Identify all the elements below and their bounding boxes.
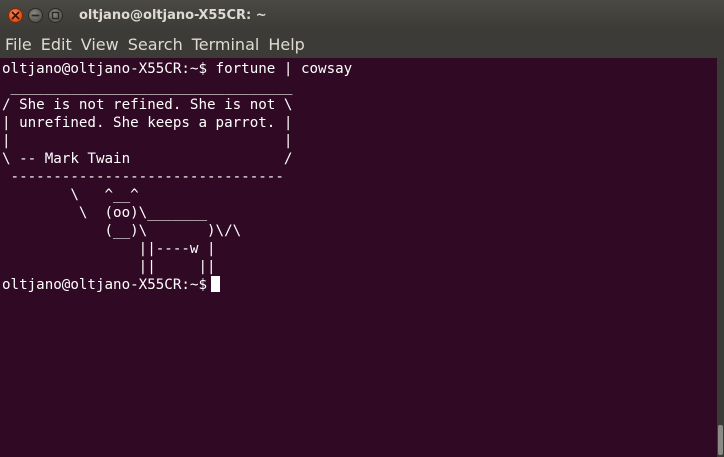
menu-file[interactable]: File	[5, 35, 32, 54]
terminal-window: oltjano@oltjano-X55CR: ~ File Edit View …	[0, 0, 724, 457]
terminal-line: | |	[2, 133, 293, 149]
terminal-line: / She is not refined. She is not \	[2, 97, 293, 113]
minimize-icon	[31, 14, 40, 16]
close-button[interactable]	[8, 7, 23, 23]
menu-terminal[interactable]: Terminal	[192, 35, 260, 54]
title-bar[interactable]: oltjano@oltjano-X55CR: ~	[0, 0, 724, 30]
menu-view[interactable]: View	[81, 35, 119, 54]
terminal-line: | unrefined. She keeps a parrot. |	[2, 115, 293, 131]
window-title: oltjano@oltjano-X55CR: ~	[79, 7, 267, 23]
menu-help[interactable]: Help	[268, 35, 304, 54]
terminal-line: ||----w |	[2, 241, 216, 257]
terminal-line: oltjano@oltjano-X55CR:~$ fortune | cowsa…	[2, 61, 353, 77]
terminal-output[interactable]: oltjano@oltjano-X55CR:~$ fortune | cowsa…	[0, 58, 717, 457]
terminal-line: \ -- Mark Twain /	[2, 151, 293, 167]
menu-edit[interactable]: Edit	[41, 35, 72, 54]
terminal-line: --------------------------------	[2, 169, 284, 185]
maximize-button[interactable]	[48, 7, 63, 23]
terminal-line: \ (oo)\_______	[2, 205, 207, 221]
terminal-line: || ||	[2, 259, 216, 275]
terminal-line: _________________________________	[2, 79, 293, 95]
text-cursor	[211, 276, 220, 292]
maximize-icon	[51, 11, 60, 19]
shell-prompt: oltjano@oltjano-X55CR:~$	[2, 277, 207, 293]
terminal-line: (__)\ )\/\	[2, 223, 242, 239]
terminal-line: \ ^__^	[2, 187, 139, 203]
scrollbar[interactable]	[717, 58, 724, 457]
close-icon	[11, 11, 20, 19]
prompt-line[interactable]: oltjano@oltjano-X55CR:~$	[2, 276, 717, 294]
menu-bar: File Edit View Search Terminal Help	[0, 30, 724, 58]
menu-search[interactable]: Search	[128, 35, 183, 54]
minimize-button[interactable]	[28, 7, 43, 23]
scrollbar-thumb[interactable]	[718, 425, 723, 455]
